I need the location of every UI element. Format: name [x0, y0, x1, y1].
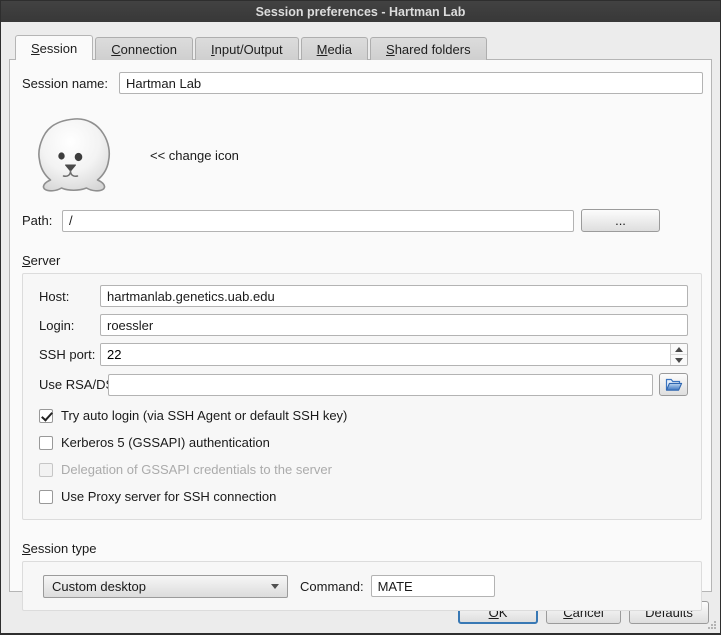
rsa-key-browse-button[interactable] — [659, 373, 688, 396]
checkbox-box — [39, 409, 53, 423]
proxy-label: Use Proxy server for SSH connection — [61, 489, 276, 504]
checkbox-box — [39, 436, 53, 450]
session-tab-panel: Session name: << change icon — [9, 59, 712, 592]
checkbox-box — [39, 463, 53, 477]
session-type-value: Custom desktop — [52, 579, 271, 594]
auto-login-checkbox[interactable]: Try auto login (via SSH Agent or default… — [39, 408, 688, 423]
path-browse-button[interactable]: ... — [581, 209, 660, 232]
session-type-group: Custom desktop Command: — [22, 561, 702, 611]
host-label: Host: — [39, 289, 100, 304]
gssapi-delegation-label: Delegation of GSSAPI credentials to the … — [61, 462, 332, 477]
ssh-port-input[interactable] — [101, 344, 670, 365]
path-row: Path: ... — [22, 209, 703, 232]
server-group: Host: Login: SSH port: Use RSA/DSA k — [22, 273, 702, 520]
path-input[interactable] — [62, 210, 574, 232]
spin-up-button[interactable] — [671, 344, 687, 355]
ssh-port-label: SSH port: — [39, 347, 100, 362]
command-label: Command: — [300, 579, 364, 594]
host-row: Host: — [39, 285, 688, 307]
arrow-down-icon — [675, 358, 683, 363]
open-folder-icon — [665, 377, 683, 392]
resize-grip[interactable] — [707, 620, 717, 630]
tab-shared-folders[interactable]: Shared folders — [370, 37, 487, 60]
tab-session[interactable]: Session — [15, 35, 93, 60]
session-name-row: Session name: — [22, 72, 703, 94]
ssh-port-spinbox — [100, 343, 688, 366]
checkbox-box — [39, 490, 53, 504]
session-type-dropdown[interactable]: Custom desktop — [43, 575, 288, 598]
kerberos-label: Kerberos 5 (GSSAPI) authentication — [61, 435, 270, 450]
ssh-port-row: SSH port: — [39, 343, 688, 366]
login-label: Login: — [39, 318, 100, 333]
icon-row: << change icon — [22, 116, 703, 194]
login-input[interactable] — [100, 314, 688, 336]
server-group-label: Server — [22, 253, 60, 268]
tab-input-output[interactable]: Input/Output — [195, 37, 299, 60]
chevron-down-icon — [271, 584, 279, 589]
kerberos-checkbox[interactable]: Kerberos 5 (GSSAPI) authentication — [39, 435, 688, 450]
login-row: Login: — [39, 314, 688, 336]
rsa-key-input[interactable] — [108, 374, 653, 396]
titlebar[interactable]: Session preferences - Hartman Lab — [1, 1, 720, 22]
tab-connection[interactable]: Connection — [95, 37, 193, 60]
spinner-buttons — [670, 344, 687, 365]
seal-icon — [29, 116, 120, 194]
tab-bar: Session Connection Input/Output Media Sh… — [15, 34, 712, 59]
host-input[interactable] — [100, 285, 688, 307]
gssapi-delegation-checkbox: Delegation of GSSAPI credentials to the … — [39, 462, 688, 477]
rsa-key-label: Use RSA/DSA key for ssh connection: — [39, 377, 100, 392]
session-preferences-dialog: Session preferences - Hartman Lab Sessio… — [0, 0, 721, 635]
path-label: Path: — [22, 213, 62, 228]
tab-media[interactable]: Media — [301, 37, 368, 60]
proxy-checkbox[interactable]: Use Proxy server for SSH connection — [39, 489, 688, 504]
rsa-key-row: Use RSA/DSA key for ssh connection: — [39, 373, 688, 396]
session-type-group-label: Session type — [22, 541, 96, 556]
spin-down-button[interactable] — [671, 355, 687, 365]
arrow-up-icon — [675, 347, 683, 352]
session-name-input[interactable] — [119, 72, 703, 94]
change-icon-link[interactable]: << change icon — [150, 148, 239, 163]
window-title: Session preferences - Hartman Lab — [256, 5, 466, 19]
auto-login-label: Try auto login (via SSH Agent or default… — [61, 408, 347, 423]
session-name-label: Session name: — [22, 76, 119, 91]
command-input[interactable] — [371, 575, 495, 597]
